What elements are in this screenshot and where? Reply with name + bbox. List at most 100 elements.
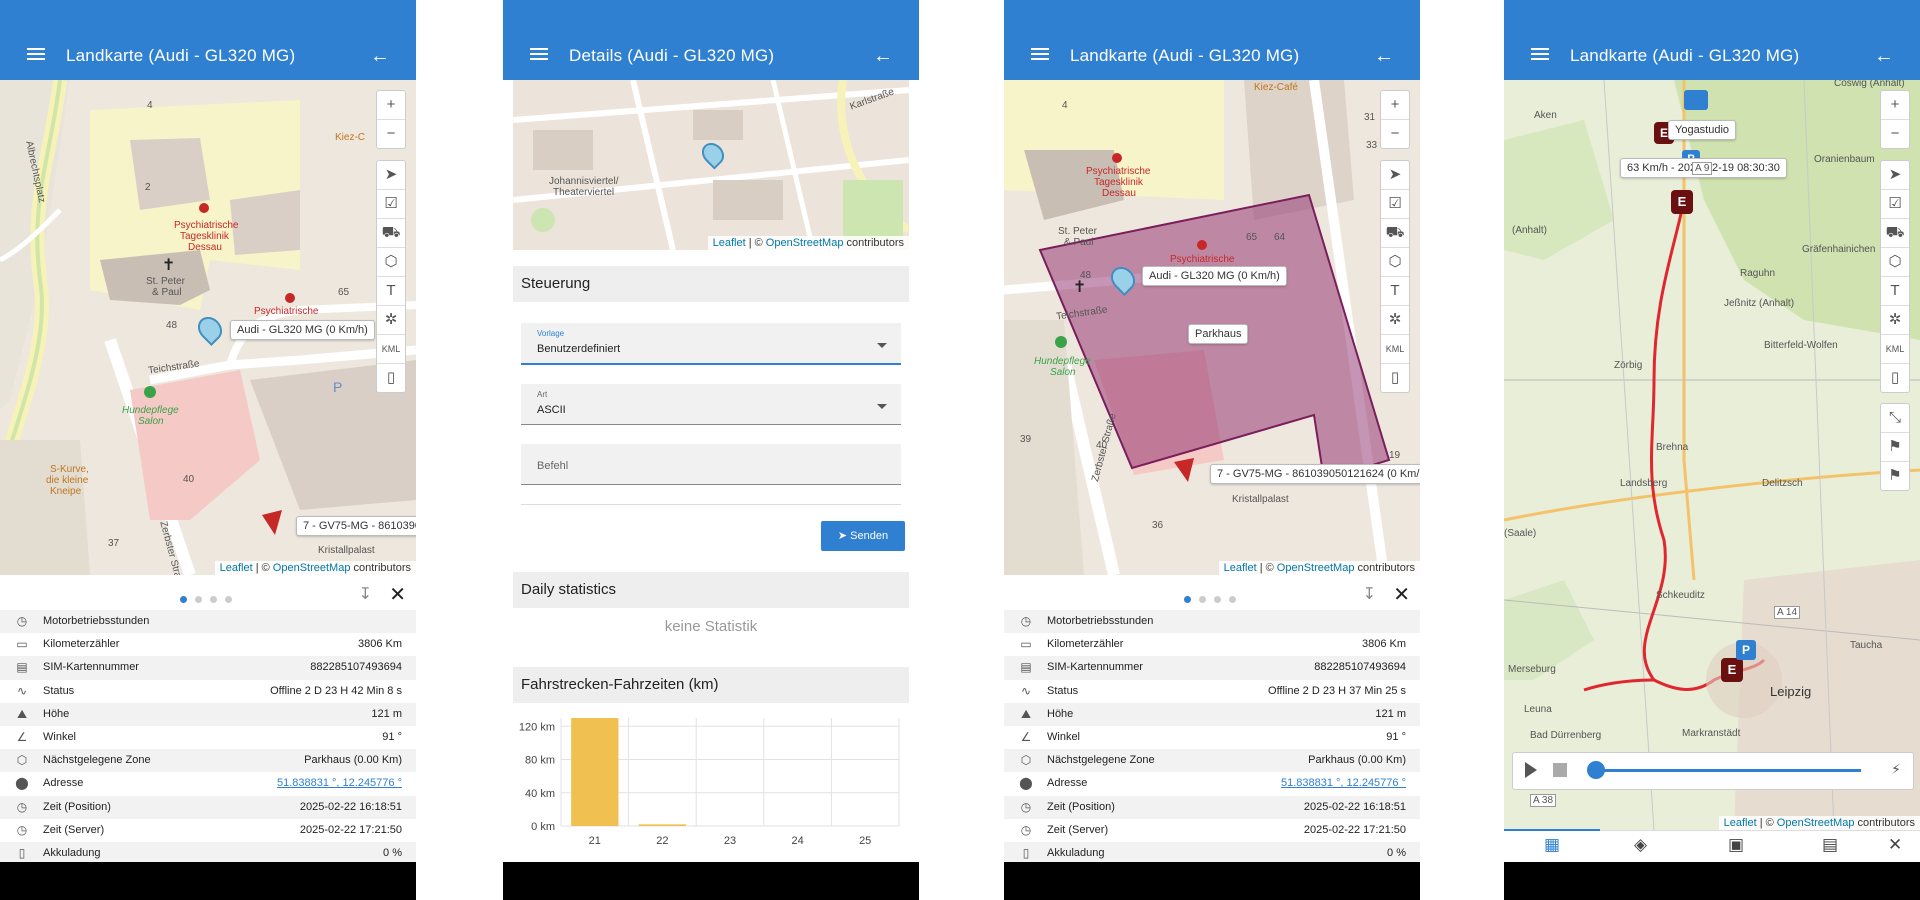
info-value[interactable]: 51.838831 °, 12.245776 ° [277, 772, 402, 795]
info-value: Offline 2 D 23 H 42 Min 8 s [270, 684, 402, 697]
play-icon[interactable] [1525, 762, 1537, 778]
zoom-in-button[interactable]: + [1381, 91, 1409, 120]
info-row: ∿ Status Offline 2 D 23 H 37 Min 25 s [1004, 680, 1420, 703]
template-select[interactable]: Vorlage Benutzerdefiniert [521, 323, 901, 365]
text-icon[interactable]: T [1381, 277, 1409, 306]
locate-icon[interactable]: ➤ [1381, 161, 1409, 190]
parking-marker-icon[interactable]: P [1736, 640, 1756, 660]
pager-dots[interactable] [1184, 590, 1244, 608]
stop-icon[interactable] [1553, 763, 1567, 777]
layers-icon[interactable]: ▯ [377, 364, 405, 392]
end-marker-icon[interactable]: E [1671, 190, 1693, 214]
x-tick-label: 25 [859, 835, 871, 847]
command-placeholder: Befehl [537, 460, 569, 472]
text-icon[interactable]: T [1881, 277, 1909, 306]
layers-icon[interactable]: ▯ [1381, 364, 1409, 392]
slider-handle[interactable] [1587, 761, 1605, 779]
layers-icon[interactable]: ▯ [1881, 364, 1909, 392]
polygon-icon[interactable]: ⬡ [1381, 248, 1409, 277]
close-icon[interactable]: ✕ [1393, 582, 1410, 607]
close-icon[interactable]: ✕ [1888, 835, 1902, 855]
map-toolbar: ➤ ☑ ⛟ ⬡ T ✲ KML ▯ [1380, 160, 1410, 393]
leaflet-link[interactable]: Leaflet [1724, 817, 1757, 829]
osm-link[interactable]: OpenStreetMap [1777, 817, 1855, 829]
pager-dots[interactable] [180, 590, 240, 608]
kml-button[interactable]: KML [1881, 335, 1909, 364]
osm-link[interactable]: OpenStreetMap [766, 237, 844, 249]
cluster-icon[interactable]: ✲ [1381, 306, 1409, 335]
polygon-icon[interactable]: ⬡ [377, 248, 405, 277]
tab-events-icon[interactable]: ▤ [1822, 835, 1838, 855]
car-icon[interactable]: ⛟ [1881, 219, 1909, 248]
info-value: 882285107493694 [310, 661, 402, 674]
attrib-contrib: contributors [1857, 817, 1915, 829]
osm-link[interactable]: OpenStreetMap [1277, 562, 1355, 574]
leaflet-link[interactable]: Leaflet [220, 562, 253, 574]
kml-button[interactable]: KML [377, 335, 405, 364]
command-input[interactable]: Befehl [521, 444, 901, 485]
map-view[interactable]: P ✝ Albrechtsplatz Psychiatrische Tagesk… [0, 80, 416, 575]
tab-route-icon[interactable]: ◈ [1634, 835, 1647, 855]
clock-icon: ◷ [16, 614, 28, 628]
type-select[interactable]: Art ASCII [521, 384, 901, 425]
map-view[interactable]: ✝ Psychiatrische Tagesklinik Dessau St. … [1004, 80, 1420, 575]
tab-stats-icon[interactable]: ▣ [1728, 835, 1744, 855]
info-row: ∠ Winkel 91 ° [0, 726, 416, 749]
expand-icon[interactable]: ↧ [359, 584, 372, 604]
info-value[interactable]: 51.838831 °, 12.245776 ° [1281, 772, 1406, 795]
back-arrow-icon[interactable]: ← [1874, 46, 1894, 66]
map-label: 40 [183, 474, 195, 485]
menu-icon[interactable] [1526, 45, 1554, 73]
tab-map-icon[interactable]: ▦ [1544, 835, 1560, 855]
speed-icon[interactable]: ⚡ [1891, 761, 1901, 778]
clock-icon: ◷ [1020, 799, 1032, 814]
map-label: Hundepflege [1034, 356, 1091, 367]
leaflet-link[interactable]: Leaflet [1224, 562, 1257, 574]
map-attribution: Leaflet | © OpenStreetMap contributors [1218, 561, 1420, 575]
osm-link[interactable]: OpenStreetMap [273, 562, 351, 574]
replay-bar: ⚡ [1512, 752, 1914, 790]
leaflet-link[interactable]: Leaflet [713, 237, 746, 249]
page-title: Landkarte (Audi - GL320 MG) [66, 46, 296, 65]
checkbox-icon[interactable]: ☑ [1881, 190, 1909, 219]
chart-bar[interactable] [571, 718, 619, 826]
cluster-icon[interactable]: ✲ [377, 306, 405, 335]
info-value: 3806 Km [357, 638, 402, 651]
zoom-out-button[interactable]: − [1381, 120, 1409, 148]
fit-bounds-icon[interactable]: ⤡ [1881, 404, 1909, 433]
menu-icon[interactable] [1026, 45, 1054, 73]
angle-icon: ∠ [1020, 729, 1032, 744]
zoom-out-button[interactable]: − [377, 120, 405, 148]
car-icon[interactable]: ⛟ [1381, 219, 1409, 248]
zoom-in-button[interactable]: + [377, 91, 405, 120]
map-view[interactable]: E E E P P Yogastudio 63 Km/h - 2025-02-1… [1504, 80, 1920, 830]
route-marker-icon[interactable]: ⚑ [1881, 462, 1909, 490]
back-arrow-icon[interactable]: ← [370, 46, 390, 66]
replay-slider[interactable] [1591, 769, 1861, 772]
checkbox-icon[interactable]: ☑ [1381, 190, 1409, 219]
send-button[interactable]: ➤ Senden [821, 521, 905, 551]
back-arrow-icon[interactable]: ← [873, 46, 893, 66]
locate-icon[interactable]: ➤ [1881, 161, 1909, 190]
menu-icon[interactable] [22, 45, 50, 73]
chart-bar[interactable] [638, 824, 687, 826]
car-icon[interactable]: ⛟ [377, 219, 405, 248]
section-title-daily: Daily statistics [513, 572, 909, 608]
polygon-icon[interactable]: ⬡ [1881, 248, 1909, 277]
text-icon[interactable]: T [377, 277, 405, 306]
zoom-in-button[interactable]: + [1881, 91, 1909, 120]
checkbox-icon[interactable]: ☑ [377, 190, 405, 219]
menu-icon[interactable] [525, 45, 553, 73]
kml-button[interactable]: KML [1381, 335, 1409, 364]
back-arrow-icon[interactable]: ← [1374, 46, 1394, 66]
zoom-out-button[interactable]: − [1881, 120, 1909, 148]
close-icon[interactable]: ✕ [389, 582, 406, 607]
cluster-icon[interactable]: ✲ [1881, 306, 1909, 335]
end-marker-icon[interactable]: E [1721, 658, 1743, 682]
mini-map[interactable]: Johannisviertel/ Theaterviertel Karlstra… [513, 80, 909, 250]
info-rows: ◷ Motorbetriebsstunden ▭ Kilometerzähler 380… [1004, 610, 1420, 866]
cluster-marker-icon[interactable] [1684, 90, 1708, 110]
expand-icon[interactable]: ↧ [1363, 584, 1376, 604]
route-marker-icon[interactable]: ⚑ [1881, 433, 1909, 462]
locate-icon[interactable]: ➤ [377, 161, 405, 190]
